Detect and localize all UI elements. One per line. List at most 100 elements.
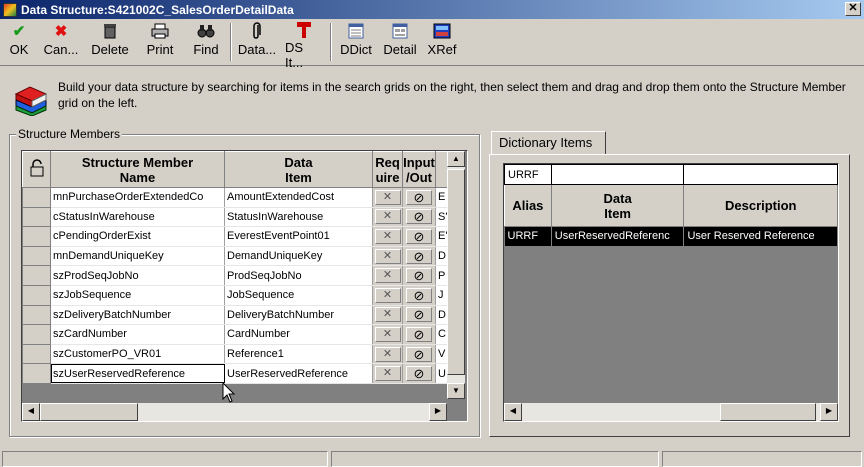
close-button[interactable]: ✕	[845, 2, 861, 16]
table-row[interactable]: szJobSequence JobSequence ✕ ⊘ J	[22, 285, 452, 306]
table-row[interactable]: mnDemandUniqueKey DemandUniqueKey ✕ ⊘ D	[22, 246, 452, 267]
required-cell[interactable]: ✕	[372, 285, 403, 306]
row-selector[interactable]	[22, 324, 51, 345]
member-name-cell[interactable]: mnDemandUniqueKey	[50, 246, 225, 267]
member-name-cell[interactable]: szUserReservedReference	[50, 363, 225, 384]
data-item-cell[interactable]: UserReservedReference	[224, 363, 373, 384]
row-selector[interactable]	[22, 363, 51, 384]
required-x-icon: ✕	[374, 287, 401, 303]
member-name-cell[interactable]: szCustomerPO_VR01	[50, 344, 225, 365]
col-input-output[interactable]: Input /Out	[402, 151, 436, 188]
scroll-down-button[interactable]: ▼	[447, 383, 465, 399]
scroll-thumb[interactable]	[447, 169, 465, 375]
row-selector[interactable]	[22, 187, 51, 208]
data-item-cell[interactable]: DemandUniqueKey	[224, 246, 373, 267]
required-cell[interactable]: ✕	[372, 207, 403, 228]
ok-button[interactable]: ✔ OK	[0, 19, 38, 63]
table-row[interactable]: szUserReservedReference UserReservedRefer…	[22, 363, 452, 384]
data-item-cell[interactable]: EverestEventPoint01	[224, 226, 373, 247]
col-required[interactable]: Req uire	[372, 151, 403, 188]
member-name-cell[interactable]: szCardNumber	[50, 324, 225, 345]
required-cell[interactable]: ✕	[372, 187, 403, 208]
input-output-cell[interactable]: ⊘	[402, 207, 436, 228]
data-item-cell[interactable]: AmountExtendedCost	[224, 187, 373, 208]
table-row[interactable]: szDeliveryBatchNumber DeliveryBatchNumber…	[22, 305, 452, 326]
data-item-filter-input[interactable]	[550, 164, 685, 185]
required-cell[interactable]: ✕	[372, 324, 403, 345]
row-selector[interactable]	[22, 285, 51, 306]
table-row[interactable]: cPendingOrderExist EverestEventPoint01 ✕ ⊘ E…	[22, 226, 452, 247]
input-output-cell[interactable]: ⊘	[402, 226, 436, 247]
lock-header[interactable]	[22, 151, 51, 188]
delete-button[interactable]: Delete	[84, 19, 136, 63]
member-name-cell[interactable]: szJobSequence	[50, 285, 225, 306]
required-x-icon: ✕	[374, 268, 401, 284]
col-data-item[interactable]: Data Item	[550, 184, 685, 227]
print-button[interactable]: Print	[136, 19, 184, 63]
row-selector[interactable]	[22, 344, 51, 365]
col-data-item[interactable]: Data Item	[224, 151, 373, 188]
scroll-right-button[interactable]: ▶	[429, 403, 447, 421]
data-item-cell[interactable]: CardNumber	[224, 324, 373, 345]
col-alias[interactable]: Alias	[504, 184, 552, 227]
scroll-thumb[interactable]	[720, 403, 816, 421]
row-selector[interactable]	[22, 226, 51, 247]
table-row[interactable]: URRF UserReservedReferenc User Reserved …	[504, 226, 838, 246]
row-selector[interactable]	[22, 305, 51, 326]
detail-button[interactable]: Detail	[378, 19, 422, 63]
table-row[interactable]: szCustomerPO_VR01 Reference1 ✕ ⊘ V	[22, 344, 452, 365]
table-row[interactable]: cStatusInWarehouse StatusInWarehouse ✕ ⊘ S'	[22, 207, 452, 228]
structure-vertical-scrollbar[interactable]: ▲ ▼	[447, 151, 465, 399]
data-item-cell[interactable]: ProdSeqJobNo	[224, 265, 373, 286]
scroll-right-button[interactable]: ▶	[820, 403, 838, 421]
xref-button[interactable]: XRef	[422, 19, 462, 63]
col-description[interactable]: Description	[683, 184, 838, 227]
scroll-left-button[interactable]: ◀	[22, 403, 40, 421]
dictionary-horizontal-scrollbar[interactable]: ◀ ▶	[504, 403, 838, 421]
member-name-cell[interactable]: szDeliveryBatchNumber	[50, 305, 225, 326]
tab-dictionary-items[interactable]: Dictionary Items	[491, 131, 606, 155]
ds-item-button[interactable]: DS It...	[280, 19, 328, 70]
scroll-up-button[interactable]: ▲	[447, 151, 465, 167]
row-selector[interactable]	[22, 207, 51, 228]
input-output-cell[interactable]: ⊘	[402, 363, 436, 384]
alias-filter-input[interactable]: URRF	[504, 164, 552, 185]
structure-members-grid[interactable]: Structure Member Name Data Item Req uire…	[21, 150, 468, 422]
cancel-button[interactable]: ✖ Can...	[38, 19, 84, 63]
dictionary-items-grid[interactable]: URRF Alias Data Item Description URRF Us…	[503, 163, 839, 422]
member-name-cell[interactable]: cPendingOrderExist	[50, 226, 225, 247]
input-output-cell[interactable]: ⊘	[402, 285, 436, 306]
required-cell[interactable]: ✕	[372, 305, 403, 326]
table-row[interactable]: szCardNumber CardNumber ✕ ⊘ C.	[22, 324, 452, 345]
table-row[interactable]: mnPurchaseOrderExtendedCo AmountExtendedC…	[22, 187, 452, 208]
toolbar: ✔ OK ✖ Can... Delete Print Find Data... …	[0, 19, 864, 70]
row-selector[interactable]	[22, 246, 51, 267]
table-row[interactable]: szProdSeqJobNo ProdSeqJobNo ✕ ⊘ P	[22, 265, 452, 286]
row-selector[interactable]	[22, 265, 51, 286]
input-output-cell[interactable]: ⊘	[402, 187, 436, 208]
description-filter-input[interactable]	[683, 164, 838, 185]
member-name-cell[interactable]: mnPurchaseOrderExtendedCo	[50, 187, 225, 208]
ddict-button[interactable]: DDict	[334, 19, 378, 63]
data-button[interactable]: Data...	[234, 19, 280, 63]
data-item-cell[interactable]: StatusInWarehouse	[224, 207, 373, 228]
input-output-cell[interactable]: ⊘	[402, 265, 436, 286]
member-name-cell[interactable]: szProdSeqJobNo	[50, 265, 225, 286]
input-output-cell[interactable]: ⊘	[402, 246, 436, 267]
input-output-cell[interactable]: ⊘	[402, 324, 436, 345]
member-name-cell[interactable]: cStatusInWarehouse	[50, 207, 225, 228]
required-cell[interactable]: ✕	[372, 226, 403, 247]
data-item-cell[interactable]: JobSequence	[224, 285, 373, 306]
input-output-cell[interactable]: ⊘	[402, 305, 436, 326]
data-item-cell[interactable]: Reference1	[224, 344, 373, 365]
required-cell[interactable]: ✕	[372, 344, 403, 365]
col-structure-member-name[interactable]: Structure Member Name	[50, 151, 225, 188]
find-button[interactable]: Find	[184, 19, 228, 63]
required-cell[interactable]: ✕	[372, 265, 403, 286]
scroll-left-button[interactable]: ◀	[504, 403, 522, 421]
data-item-cell[interactable]: DeliveryBatchNumber	[224, 305, 373, 326]
required-cell[interactable]: ✕	[372, 363, 403, 384]
input-output-cell[interactable]: ⊘	[402, 344, 436, 365]
required-cell[interactable]: ✕	[372, 246, 403, 267]
scroll-thumb[interactable]	[40, 403, 138, 421]
